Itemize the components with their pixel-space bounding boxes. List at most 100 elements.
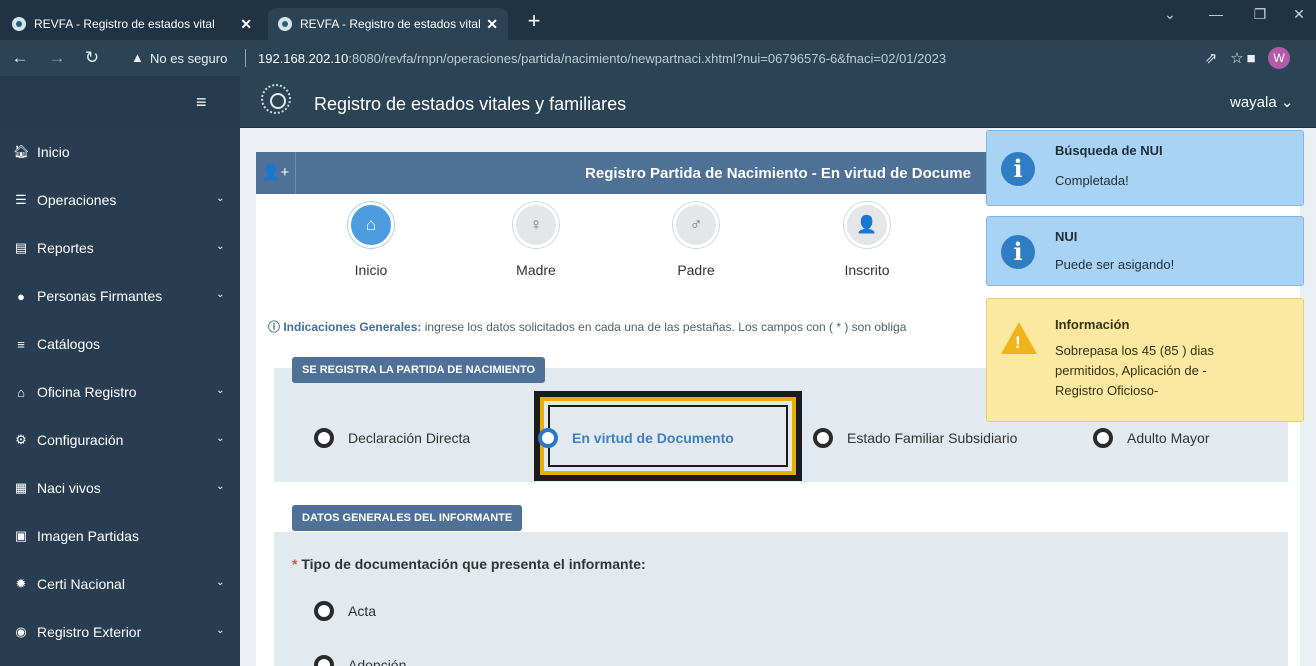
user-plus-icon: 👤 — [844, 202, 890, 248]
radio-circle-icon — [314, 655, 334, 666]
browser-tab-active[interactable]: REVFA - Registro de estados vital ✕ — [268, 8, 508, 40]
home-icon: 🏠︎ — [13, 144, 30, 159]
sidebar-item-inicio[interactable]: 🏠︎ Inicio — [0, 128, 240, 176]
radio-label: En virtud de Documento — [572, 430, 734, 446]
question-text: Tipo de documentación que presenta el in… — [301, 556, 646, 572]
sidebar-item-label: Certi Nacional — [37, 576, 125, 592]
document-type-question: * Tipo de documentación que presenta el … — [292, 556, 646, 572]
user-icon: ● — [17, 288, 25, 304]
sidebar-item-personas-firmantes[interactable]: ● Personas Firmantes ⌄ — [0, 272, 240, 320]
reload-icon[interactable]: ↻ — [80, 46, 104, 70]
radio-adulto-mayor[interactable]: Adulto Mayor — [1093, 428, 1209, 448]
radio-selected-icon — [538, 428, 558, 448]
sidebar-item-label: Operaciones — [37, 192, 117, 208]
sidebar-item-label: Configuración — [37, 432, 124, 448]
toast-message: Puede ser asigando! — [1055, 257, 1175, 272]
radio-adopcion[interactable]: Adopción — [314, 655, 406, 666]
close-window-icon[interactable]: ✕ — [1282, 0, 1316, 28]
chevron-down-icon: ⌄ — [216, 625, 225, 636]
certificate-icon: ✹ — [15, 576, 27, 591]
male-icon: ♂ — [673, 202, 719, 248]
step-label: Inicio — [354, 262, 388, 278]
radio-circle-icon — [314, 428, 334, 448]
toast-message: Sobrepasa los 45 (85 ) dias permitidos, … — [1055, 343, 1214, 398]
step-madre[interactable]: ♀ Madre — [466, 202, 606, 278]
hamburger-menu-icon[interactable]: ≡ — [196, 92, 207, 113]
info-icon: i — [1001, 152, 1035, 186]
radio-label: Adopción — [348, 657, 407, 666]
warning-icon[interactable]: ▲ — [131, 50, 144, 65]
exclamation-icon: ! — [1015, 333, 1021, 352]
sidebar-item-certi-nacional[interactable]: ✹ Certi Nacional ⌄ — [0, 560, 240, 608]
required-marker: * — [292, 556, 298, 572]
browser-tab[interactable]: REVFA - Registro de estados vital ✕ — [2, 8, 262, 40]
profile-avatar[interactable]: W — [1268, 47, 1290, 69]
step-label: Madre — [516, 262, 556, 278]
radio-estado-familiar-subsidiario[interactable]: Estado Familiar Subsidiario — [813, 428, 1017, 448]
indications-text: ingrese los datos solicitados en cada un… — [421, 320, 907, 334]
chevron-down-icon: ⌄ — [216, 481, 225, 492]
sidebar-item-naci-vivos[interactable]: ▦ Naci vivos ⌄ — [0, 464, 240, 512]
minimize-icon[interactable]: — — [1196, 0, 1236, 28]
url-separator — [245, 49, 246, 67]
building-icon: ▦ — [14, 480, 28, 495]
tab-close-icon[interactable]: ✕ — [240, 16, 252, 33]
home-icon: ⌂ — [17, 384, 25, 400]
national-seal-logo — [261, 84, 291, 114]
toast-busqueda-nui[interactable]: i Búsqueda de NUI Completada! — [986, 130, 1304, 206]
restore-icon[interactable]: ❐ — [1240, 0, 1280, 28]
tab-search-chevron-icon[interactable]: ⌄ — [1150, 0, 1190, 28]
radio-declaracion-directa[interactable]: Declaración Directa — [314, 428, 470, 448]
share-icon[interactable]: ⇗ — [1200, 48, 1222, 70]
address-bar: ← → ↻ ▲ No es seguro 192.168.202.10:8080… — [0, 40, 1316, 76]
sidebar-item-oficina-registro[interactable]: ⌂ Oficina Registro ⌄ — [0, 368, 240, 416]
globe-icon: ◉ — [15, 624, 27, 639]
sidebar-item-catalogos[interactable]: ≡ Catálogos — [0, 320, 240, 368]
new-tab-button[interactable]: + — [520, 8, 548, 36]
radio-circle-icon — [314, 601, 334, 621]
sidebar-item-reportes[interactable]: ▤ Reportes ⌄ — [0, 224, 240, 272]
chevron-down-icon: ⌄ — [216, 289, 225, 300]
sidebar-item-label: Oficina Registro — [37, 384, 137, 400]
step-inicio[interactable]: ⌂ Inicio — [301, 202, 441, 278]
radio-acta[interactable]: Acta — [314, 601, 376, 621]
info-icon: i — [1001, 235, 1035, 269]
sidebar-item-imagen-partidas[interactable]: ▣ Imagen Partidas — [0, 512, 240, 560]
cogs-icon: ⚙ — [15, 432, 27, 447]
list-icon: ≡ — [17, 336, 25, 352]
app-title: Registro de estados vitales y familiares — [314, 94, 627, 114]
tab-close-icon[interactable]: ✕ — [486, 16, 498, 33]
url-host: 192.168.202.10 — [258, 51, 349, 66]
sidebar-item-label: Catálogos — [37, 336, 101, 352]
informant-section — [274, 532, 1288, 666]
user-menu[interactable]: wayala ⌄ — [1230, 93, 1293, 111]
radio-label: Acta — [348, 603, 377, 619]
sidebar-item-label: Inicio — [37, 144, 70, 160]
browser-tab-bar: REVFA - Registro de estados vital ✕ REVF… — [0, 0, 1316, 40]
toast-title: Búsqueda de NUI — [1055, 143, 1163, 158]
sidebar-item-label: Registro Exterior — [37, 624, 142, 640]
back-arrow-icon[interactable]: ← — [8, 46, 32, 70]
sidebar-item-registro-exterior[interactable]: ◉ Registro Exterior ⌄ — [0, 608, 240, 656]
sidebar-item-operaciones[interactable]: ☰ Operaciones ⌄ — [0, 176, 240, 224]
toast-title: Información — [1055, 317, 1130, 332]
info-circle-icon: ⓘ — [268, 320, 284, 334]
toast-nui[interactable]: i NUI Puede ser asigando! — [986, 216, 1304, 286]
forward-arrow-icon[interactable]: → — [45, 46, 69, 70]
side-panel-icon[interactable]: ■ — [1240, 48, 1262, 70]
chevron-down-icon: ⌄ — [216, 577, 225, 588]
sidebar-item-label: Imagen Partidas — [37, 528, 139, 544]
tab-title: REVFA - Registro de estados vital — [34, 17, 215, 31]
url-field[interactable]: 192.168.202.10:8080/revfa/rnpn/operacion… — [258, 51, 946, 66]
toast-informacion[interactable]: ! Información Sobrepasa los 45 (85 ) dia… — [986, 298, 1304, 422]
radio-en-virtud-de-documento[interactable]: En virtud de Documento — [538, 428, 734, 448]
step-padre[interactable]: ♂ Padre — [626, 202, 766, 278]
sidebar-item-configuracion[interactable]: ⚙ Configuración ⌄ — [0, 416, 240, 464]
sidebar-item-label: Reportes — [37, 240, 94, 256]
sidebar-header: ≡ — [0, 76, 240, 128]
sidebar-item-label: Personas Firmantes — [37, 288, 163, 304]
toast-message: Completada! — [1055, 173, 1129, 188]
radio-label: Declaración Directa — [348, 430, 471, 446]
insecure-label[interactable]: No es seguro — [150, 51, 227, 66]
step-inscrito[interactable]: 👤 Inscrito — [797, 202, 937, 278]
